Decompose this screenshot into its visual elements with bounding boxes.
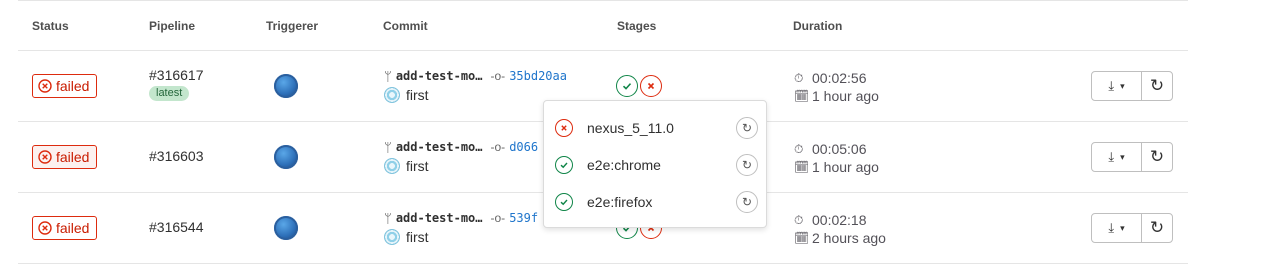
retry-icon: ↻ xyxy=(1149,218,1165,237)
job-name[interactable]: e2e:chrome xyxy=(587,157,736,173)
download-icon: ⤓ xyxy=(1108,78,1115,93)
pipeline-id-link[interactable]: #316603 xyxy=(149,148,204,164)
retry-icon: ↻ xyxy=(1149,147,1165,166)
finished-time: 1 hour ago xyxy=(812,88,879,104)
x-circle-icon xyxy=(38,221,52,235)
finished-time: 2 hours ago xyxy=(812,230,886,246)
stage-success-icon[interactable] xyxy=(616,75,638,97)
author-avatar[interactable] xyxy=(384,87,400,103)
download-artifacts-button[interactable]: ⤓ ▾ xyxy=(1092,143,1142,171)
commit-sha-link[interactable]: 35bd20aa xyxy=(509,69,567,83)
x-circle-icon xyxy=(555,119,573,137)
status-badge[interactable]: failed xyxy=(32,216,98,240)
status-label: failed xyxy=(56,220,90,236)
download-icon: ⤓ xyxy=(1108,220,1115,235)
commit-message[interactable]: first xyxy=(406,229,429,245)
stage-failed-icon[interactable] xyxy=(640,75,662,97)
author-avatar[interactable] xyxy=(384,158,400,174)
status-label: failed xyxy=(56,149,90,165)
commit-sha-link[interactable]: d066 xyxy=(509,140,538,154)
job-name[interactable]: nexus_5_11.0 xyxy=(587,120,736,136)
retry-job-button[interactable]: ↻ xyxy=(736,117,758,139)
header-pipeline: Pipeline xyxy=(149,19,196,33)
job-name[interactable]: e2e:firefox xyxy=(587,194,736,210)
pipeline-id-link[interactable]: #316617 xyxy=(149,67,204,83)
chevron-down-icon: ▾ xyxy=(1120,80,1125,91)
job-item[interactable]: e2e:firefox ↻ xyxy=(555,190,758,214)
status-badge[interactable]: failed xyxy=(32,74,98,98)
commit-message[interactable]: first xyxy=(406,87,429,103)
header-triggerer: Triggerer xyxy=(266,19,319,33)
timer-icon: ⏱ xyxy=(794,212,804,227)
download-artifacts-button[interactable]: ⤓ ▾ xyxy=(1092,214,1142,242)
branch-icon: ᛘ xyxy=(384,139,392,155)
retry-button[interactable]: ↻ xyxy=(1142,72,1172,100)
duration: 00:02:18 xyxy=(812,212,867,228)
download-icon: ⤓ xyxy=(1108,149,1115,164)
timer-icon: ⏱ xyxy=(794,141,804,156)
x-circle-icon xyxy=(38,150,52,164)
finished-time: 1 hour ago xyxy=(812,159,879,175)
author-avatar[interactable] xyxy=(384,229,400,245)
branch-icon: ᛘ xyxy=(384,210,392,226)
calendar-icon: 🗓 xyxy=(794,89,810,103)
header-status: Status xyxy=(32,19,69,33)
retry-icon: ↻ xyxy=(1149,76,1165,95)
commit-icon: -o- xyxy=(490,69,506,83)
duration: 00:05:06 xyxy=(812,141,867,157)
status-badge[interactable]: failed xyxy=(32,145,98,169)
timer-icon: ⏱ xyxy=(794,70,804,85)
header-duration: Duration xyxy=(793,19,843,33)
stage-jobs-dropdown: nexus_5_11.0 ↻ e2e:chrome ↻ e2e:firefox … xyxy=(543,100,767,228)
commit-sha-link[interactable]: 539f xyxy=(509,211,538,225)
retry-button[interactable]: ↻ xyxy=(1142,143,1172,171)
chevron-down-icon: ▾ xyxy=(1120,222,1125,233)
avatar[interactable] xyxy=(274,145,298,169)
check-circle-icon xyxy=(555,156,573,174)
avatar[interactable] xyxy=(274,216,298,240)
duration: 00:02:56 xyxy=(812,70,867,86)
commit-message[interactable]: first xyxy=(406,158,429,174)
branch-link[interactable]: add-test-mo… xyxy=(396,211,483,225)
chevron-down-icon: ▾ xyxy=(1120,151,1125,162)
x-circle-icon xyxy=(38,79,52,93)
avatar[interactable] xyxy=(274,74,298,98)
check-circle-icon xyxy=(555,193,573,211)
calendar-icon: 🗓 xyxy=(794,231,810,245)
calendar-icon: 🗓 xyxy=(794,160,810,174)
status-label: failed xyxy=(56,78,90,94)
retry-job-button[interactable]: ↻ xyxy=(736,191,758,213)
job-item[interactable]: e2e:chrome ↻ xyxy=(555,153,758,177)
commit-icon: -o- xyxy=(490,211,506,225)
branch-link[interactable]: add-test-mo… xyxy=(396,140,483,154)
header-commit: Commit xyxy=(383,19,428,33)
commit-icon: -o- xyxy=(490,140,506,154)
retry-button[interactable]: ↻ xyxy=(1142,214,1172,242)
table-header: Status Pipeline Triggerer Commit Stages … xyxy=(18,0,1188,51)
download-artifacts-button[interactable]: ⤓ ▾ xyxy=(1092,72,1142,100)
pipeline-id-link[interactable]: #316544 xyxy=(149,219,204,235)
job-item[interactable]: nexus_5_11.0 ↻ xyxy=(555,116,758,140)
header-stages: Stages xyxy=(617,19,657,33)
branch-link[interactable]: add-test-mo… xyxy=(396,69,483,83)
branch-icon: ᛘ xyxy=(384,68,392,84)
latest-badge: latest xyxy=(149,86,190,101)
retry-job-button[interactable]: ↻ xyxy=(736,154,758,176)
